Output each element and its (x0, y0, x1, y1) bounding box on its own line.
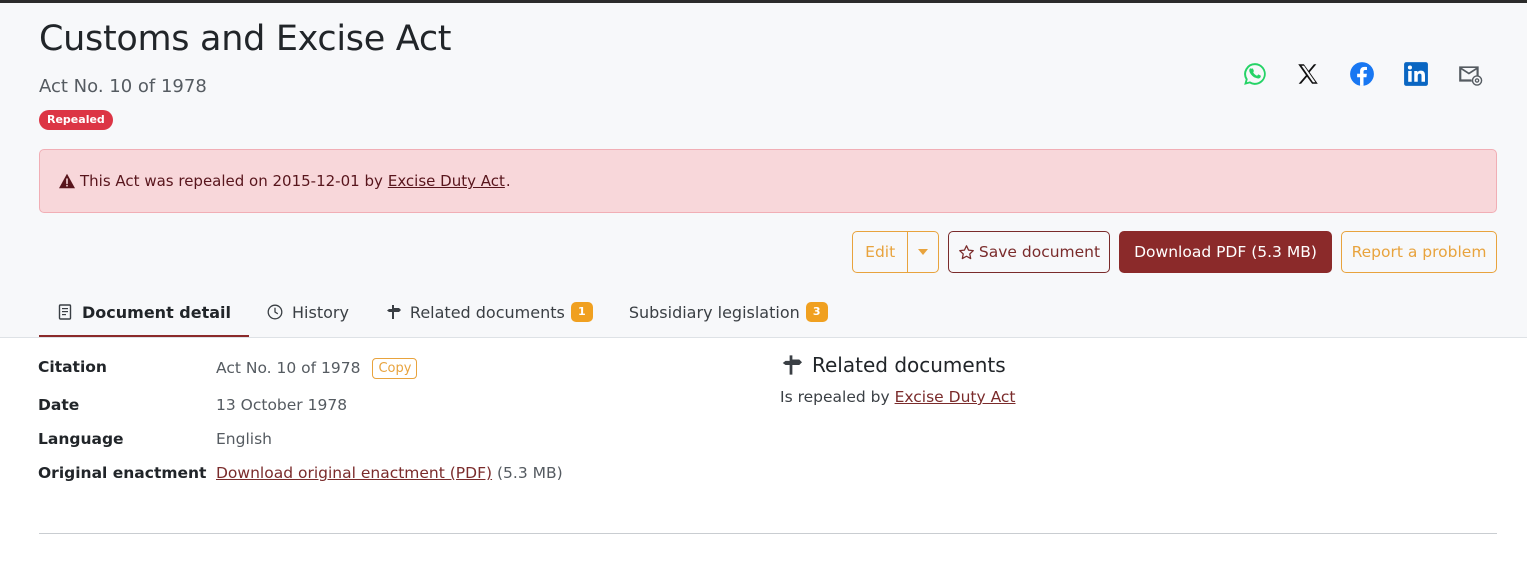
tab-related-documents-label: Related documents (409, 302, 565, 322)
document-icon (58, 304, 72, 320)
download-original-enactment-link[interactable]: Download original enactment (PDF) (216, 464, 492, 482)
tab-subsidiary-legislation[interactable]: Subsidiary legislation 3 (611, 289, 846, 335)
related-documents-count-badge: 1 (570, 302, 593, 322)
document-tabs: Document detail History Related document… (39, 289, 846, 337)
status-badge: Repealed (39, 110, 113, 130)
original-enactment-size: (5.3 MB) (497, 464, 563, 482)
signpost-icon (782, 355, 802, 375)
caret-down-icon (918, 249, 929, 255)
tab-history[interactable]: History (249, 289, 367, 335)
related-documents-title: Related documents (812, 353, 1006, 377)
related-documents-heading: Related documents (780, 353, 1016, 377)
whatsapp-share-button[interactable] (1241, 60, 1269, 88)
related-documents-entry: Is repealed by Excise Duty Act (780, 388, 1016, 406)
related-documents-panel: Related documents Is repealed by Excise … (780, 353, 1016, 406)
download-pdf-button[interactable]: Download PDF (5.3 MB) (1119, 231, 1332, 273)
repealed-alert: This Act was repealed on 2015-12-01 by E… (39, 149, 1497, 213)
citation-value: Act No. 10 of 1978 (216, 359, 361, 377)
citation-label: Citation (38, 358, 107, 376)
linkedin-icon (1404, 62, 1428, 86)
copy-citation-button[interactable]: Copy (372, 358, 418, 379)
whatsapp-icon (1244, 63, 1266, 85)
email-share-button[interactable] (1456, 60, 1484, 88)
save-document-label: Save document (978, 243, 1101, 261)
tab-history-label: History (292, 302, 349, 322)
related-document-link[interactable]: Excise Duty Act (895, 388, 1016, 406)
tab-document-detail-label: Document detail (82, 302, 231, 322)
subsidiary-legislation-count-badge: 3 (805, 302, 828, 322)
date-label: Date (38, 396, 80, 414)
alert-text-end: . (505, 172, 511, 190)
tab-document-detail[interactable]: Document detail (39, 289, 249, 337)
section-divider (39, 533, 1497, 534)
tab-subsidiary-legislation-label: Subsidiary legislation (628, 302, 800, 322)
report-problem-button[interactable]: Report a problem (1341, 231, 1497, 273)
email-icon (1459, 66, 1483, 86)
related-relation-text: Is repealed by (780, 388, 890, 406)
facebook-share-button[interactable] (1348, 60, 1376, 88)
language-label: Language (38, 430, 124, 448)
original-enactment-label: Original enactment (38, 464, 207, 482)
linkedin-share-button[interactable] (1402, 60, 1430, 88)
tab-related-documents[interactable]: Related documents 1 (367, 289, 611, 335)
header-divider (0, 337, 1527, 338)
star-icon (959, 244, 974, 259)
facebook-icon (1350, 62, 1374, 86)
x-share-button[interactable] (1294, 60, 1322, 88)
alert-text: This Act was repealed on 2015-12-01 by (80, 172, 383, 190)
document-subtitle: Act No. 10 of 1978 (39, 76, 207, 97)
edit-dropdown-toggle[interactable] (908, 249, 938, 255)
save-document-button[interactable]: Save document (948, 231, 1110, 273)
edit-button-group[interactable]: Edit (852, 231, 939, 273)
x-twitter-icon (1298, 64, 1318, 84)
signpost-icon (386, 305, 401, 319)
language-value: English (216, 430, 272, 448)
citation-value-group: Act No. 10 of 1978 Copy (216, 358, 418, 379)
clock-icon (267, 304, 283, 320)
warning-icon (59, 173, 75, 189)
alert-repealing-act-link[interactable]: Excise Duty Act (388, 172, 505, 190)
date-value: 13 October 1978 (216, 396, 348, 414)
edit-button[interactable]: Edit (853, 243, 907, 261)
page-title: Customs and Excise Act (39, 19, 452, 59)
original-enactment-value: Download original enactment (PDF) (5.3 M… (216, 464, 563, 482)
